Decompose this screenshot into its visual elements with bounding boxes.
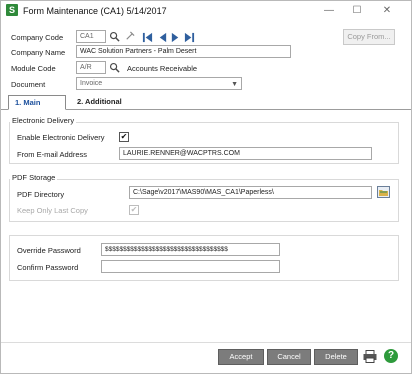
previous-record-icon[interactable]	[157, 32, 168, 43]
pdf-storage-title: PDF Storage	[10, 173, 58, 182]
minimize-button[interactable]: —	[317, 3, 341, 19]
module-lookup-icon[interactable]	[109, 62, 120, 73]
document-select-value: Invoice	[80, 80, 103, 87]
password-group	[9, 235, 399, 281]
company-name-field[interactable]: WAC Solution Partners - Palm Desert	[76, 45, 291, 58]
bottom-divider	[1, 342, 411, 343]
tab-additional[interactable]: 2. Additional	[71, 95, 141, 110]
module-code-label: Module Code	[11, 64, 56, 73]
tab-main[interactable]: 1. Main	[8, 95, 66, 110]
close-icon: ✕	[382, 5, 392, 16]
company-code-field[interactable]: CA1	[76, 30, 106, 43]
document-label: Document	[11, 80, 46, 89]
enable-electronic-delivery-label: Enable Electronic Delivery	[17, 133, 105, 142]
override-password-field[interactable]: $$$$$$$$$$$$$$$$$$$$$$$$$$$$$$$$$$	[101, 243, 280, 256]
pdf-directory-field[interactable]: C:\Sage\v2017\MAS90\MAS_CA1\Paperless\	[129, 186, 372, 199]
override-password-label: Override Password	[17, 246, 81, 255]
print-icon[interactable]	[363, 350, 377, 363]
electronic-delivery-title: Electronic Delivery	[10, 116, 77, 125]
company-code-label: Company Code	[11, 33, 64, 42]
copy-from-button[interactable]: Copy From...	[343, 29, 395, 45]
company-name-label: Company Name	[11, 48, 66, 57]
tab-main-label: 1. Main	[15, 98, 41, 107]
tab-additional-label: 2. Additional	[77, 97, 122, 106]
maximize-icon: ☐	[352, 5, 362, 16]
enable-electronic-delivery-checkbox[interactable]: ✔	[119, 132, 129, 142]
from-email-field[interactable]: LAURIE.RENNER@WACPTRS.COM	[119, 147, 372, 160]
accept-button[interactable]: Accept	[218, 349, 264, 365]
lookup-icon[interactable]	[109, 31, 120, 42]
from-email-label: From E-mail Address	[17, 150, 88, 159]
first-record-icon[interactable]	[142, 32, 153, 43]
minimize-icon: —	[324, 5, 334, 16]
folder-browse-icon[interactable]	[377, 186, 390, 198]
next-record-icon[interactable]	[170, 32, 181, 43]
pin-icon[interactable]	[124, 31, 135, 42]
sage-logo-icon: S	[6, 4, 18, 16]
form-maintenance-window: S Form Maintenance (CA1) 5/14/2017 — ☐ ✕…	[0, 0, 412, 374]
cancel-button[interactable]: Cancel	[267, 349, 311, 365]
close-button[interactable]: ✕	[375, 3, 399, 19]
pdf-directory-label: PDF Directory	[17, 190, 65, 199]
delete-button[interactable]: Delete	[314, 349, 358, 365]
keep-only-last-copy-checkbox[interactable]: ✔	[129, 205, 139, 215]
document-select[interactable]: Invoice ▼	[76, 77, 242, 90]
keep-only-last-copy-label: Keep Only Last Copy	[17, 206, 88, 215]
module-code-field[interactable]: A/R	[76, 61, 106, 74]
last-record-icon[interactable]	[184, 32, 195, 43]
maximize-button[interactable]: ☐	[345, 3, 369, 19]
title-bar: S Form Maintenance (CA1) 5/14/2017 — ☐ ✕	[1, 1, 411, 21]
window-title: Form Maintenance (CA1) 5/14/2017	[23, 6, 167, 16]
help-icon[interactable]: ?	[384, 349, 398, 363]
confirm-password-field[interactable]	[101, 260, 280, 273]
module-name: Accounts Receivable	[127, 64, 198, 73]
chevron-down-icon: ▼	[231, 81, 238, 88]
confirm-password-label: Confirm Password	[17, 263, 79, 272]
